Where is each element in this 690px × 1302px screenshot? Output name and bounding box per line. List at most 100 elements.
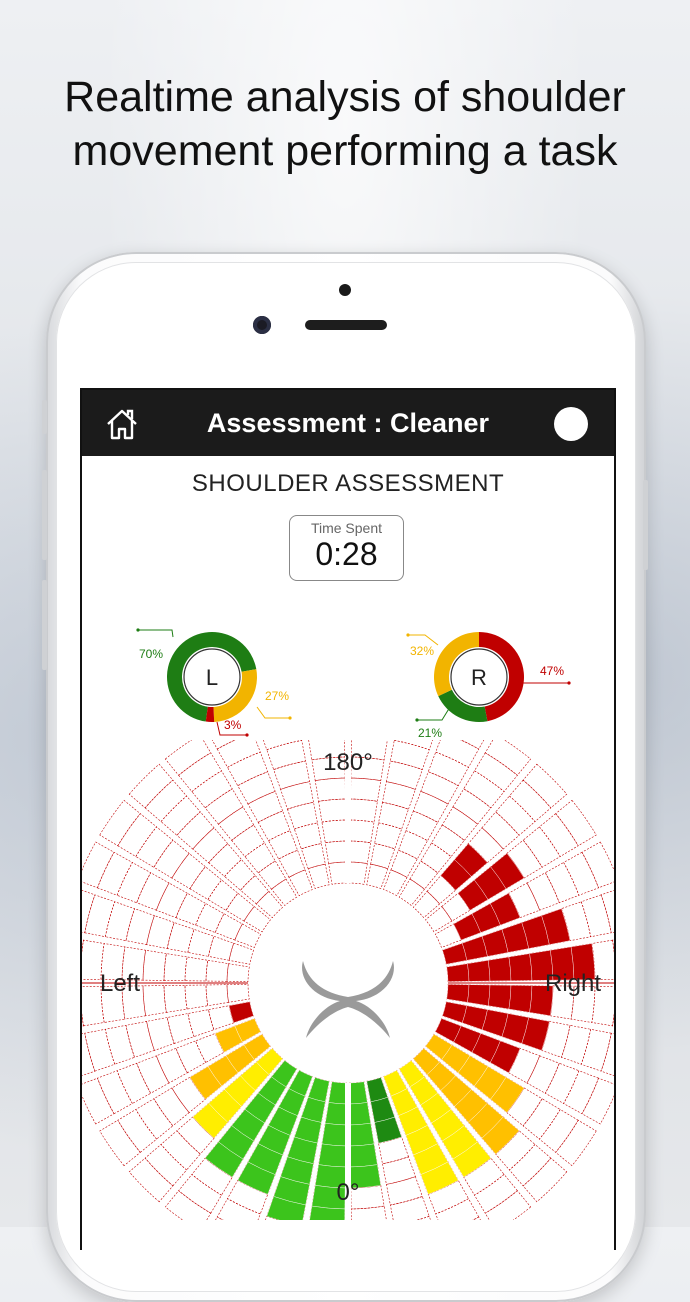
- polar-grid-cell: [280, 781, 314, 810]
- polar-grid-cell: [398, 878, 425, 906]
- polar-grid-cell: [484, 740, 532, 776]
- polar-grid-cell: [208, 843, 242, 877]
- polar-grid-cell: [192, 827, 229, 864]
- right-donut-leader-dot-green: [415, 718, 419, 722]
- polar-fill-cell: [321, 1122, 347, 1147]
- polar-grid-cell: [164, 1190, 212, 1220]
- polar-grid-cell: [175, 892, 207, 926]
- polar-grid-cell: [144, 1143, 188, 1187]
- polar-label-right: Right: [545, 970, 601, 997]
- section-title: SHOULDER ASSESSMENT: [191, 470, 505, 497]
- polar-grid-cell: [393, 740, 433, 751]
- polar-grid-cell: [431, 824, 465, 858]
- polar-grid-cell: [324, 840, 347, 864]
- polar-grid-cell: [171, 853, 206, 890]
- polar-fill-cell: [349, 1102, 371, 1126]
- polar-grid-cell: [481, 811, 520, 850]
- polar-grid-cell: [105, 901, 135, 942]
- polar-grid-cell: [321, 819, 347, 844]
- polar-grid-cell: [205, 984, 229, 1007]
- polar-grid-cell: [294, 822, 322, 850]
- polar-grid-cell: [247, 790, 284, 823]
- polar-label-180: 180°: [323, 749, 373, 776]
- polar-grid-cell: [398, 830, 428, 860]
- navigation-bar: Assessment : Cleaner: [82, 390, 614, 456]
- polar-grid-cell: [176, 811, 215, 850]
- polar-fill-cell: [467, 984, 491, 1006]
- right-donut-pct-yellow: 32%: [410, 644, 434, 658]
- polar-grid-cell: [187, 929, 215, 957]
- polar-grid-cell: [538, 1109, 579, 1153]
- polar-grid-cell: [271, 878, 298, 906]
- right-donut-pct-red: 47%: [540, 664, 564, 678]
- polar-grid-cell: [561, 1024, 591, 1065]
- polar-grid-cell: [580, 894, 612, 938]
- polar-grid-cell: [268, 830, 298, 860]
- polar-grid-cell: [522, 826, 561, 868]
- polar-fill-cell: [487, 984, 512, 1010]
- polar-grid-cell: [184, 956, 209, 982]
- polar-label-0: 0°: [337, 1179, 360, 1206]
- polar-grid-cell: [135, 826, 174, 868]
- polar-grid-cell: [155, 882, 188, 919]
- polar-grid-cell: [97, 1070, 133, 1115]
- left-donut-leader-dot-green: [136, 628, 140, 632]
- polar-grid-cell: [136, 1055, 170, 1094]
- polar-grid-cell: [460, 740, 485, 750]
- polar-grid-cell: [318, 798, 347, 823]
- polar-grid-cell: [349, 840, 372, 864]
- polar-grid-cell: [117, 813, 158, 857]
- polar-grid-cell: [435, 740, 480, 768]
- polar-grid-cell: [225, 892, 255, 922]
- polar-grid-cell: [82, 841, 115, 889]
- polar-grid-cell: [243, 906, 271, 933]
- polar-grid-cell: [581, 1077, 614, 1125]
- polar-grid-cell: [116, 862, 152, 904]
- polar-grid-cell: [389, 1196, 430, 1220]
- polar-fill-cell: [325, 1102, 347, 1126]
- polar-grid-cell: [427, 751, 469, 787]
- left-donut-leader-green: [138, 629, 174, 638]
- polar-grid-cell: [82, 890, 96, 934]
- polar-fill-cell: [228, 1001, 254, 1024]
- polar-grid-cell: [146, 1017, 175, 1051]
- polar-grid-cell: [522, 1098, 561, 1140]
- right-donut-pct-green: 21%: [418, 726, 442, 740]
- polar-grid-cell: [383, 869, 408, 897]
- polar-grid-cell: [263, 740, 303, 751]
- polar-grid-cell: [166, 1013, 195, 1044]
- time-spent-label: Time Spent: [310, 520, 383, 536]
- polar-grid-cell: [82, 1032, 96, 1076]
- polar-fill-cell: [487, 956, 512, 982]
- polar-grid-cell: [266, 740, 307, 770]
- polar-grid-cell: [228, 942, 254, 965]
- right-donut-leader-dot-yellow: [406, 633, 410, 637]
- polar-grid-cell: [409, 860, 439, 890]
- polar-grid-cell: [378, 801, 409, 830]
- polar-fill-cell: [446, 984, 470, 1003]
- polar-grid-cell: [349, 861, 368, 885]
- polar-grid-cell: [205, 959, 229, 982]
- nav-title: Assessment : Cleaner: [206, 408, 490, 438]
- polar-grid-cell: [555, 1119, 597, 1167]
- polar-grid-cell: [178, 1173, 222, 1214]
- headline-line-1: Realtime analysis of shoulder: [64, 73, 626, 121]
- polar-grid-cell: [191, 770, 233, 809]
- circle-button[interactable]: [554, 407, 588, 441]
- polar-fill-cell: [467, 960, 491, 982]
- polar-grid-cell: [441, 806, 478, 841]
- polar-grid-cell: [163, 953, 188, 982]
- polar-grid-cell: [580, 1028, 612, 1072]
- proximity-sensor: [339, 284, 351, 296]
- polar-grid-cell: [484, 1190, 532, 1220]
- headline-line-2: movement performing a task: [72, 127, 618, 175]
- polar-grid-cell: [544, 1062, 580, 1104]
- polar-grid-cell: [82, 1012, 84, 1027]
- polar-grid-cell: [234, 923, 262, 948]
- polar-grid-cell: [99, 799, 141, 847]
- polar-grid-cell: [581, 841, 614, 889]
- left-donut-pct-green: 70%: [139, 647, 163, 661]
- polar-grid-cell: [416, 1215, 431, 1220]
- polar-grid-cell: [231, 824, 265, 858]
- volume-up-button: [42, 470, 47, 560]
